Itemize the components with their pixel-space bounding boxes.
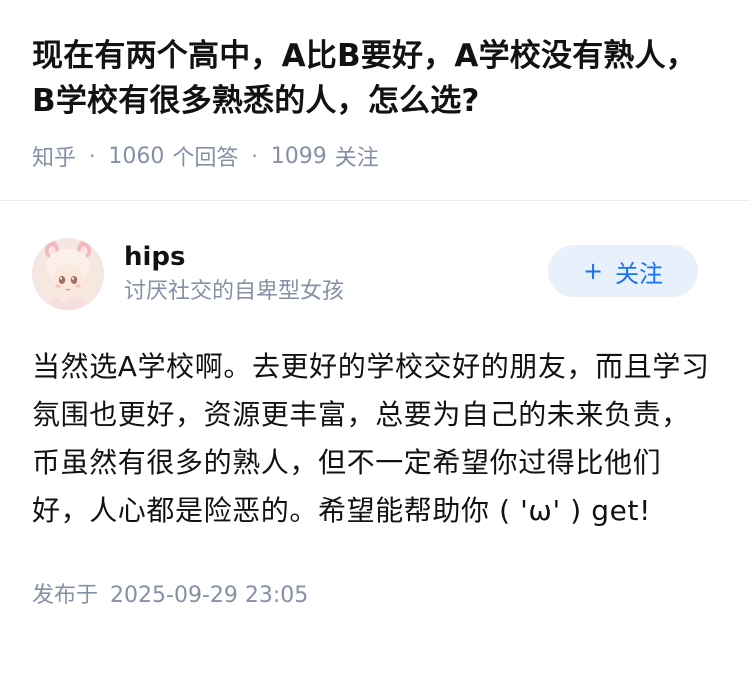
answer-count-label[interactable]: 个回答 (172, 140, 238, 172)
follow-button-label: 关注 (615, 259, 664, 288)
separator-dot: · (89, 144, 96, 168)
author-row: hips 讨厌社交的自卑型女孩 + 关注 (32, 237, 718, 311)
question-meta: 知乎 · 1060 个回答 · 1099 关注 (32, 140, 718, 172)
separator-dot: · (251, 144, 258, 168)
author-info: hips 讨厌社交的自卑型女孩 (124, 240, 344, 308)
question-header: 现在有两个高中，A比B要好，A学校没有熟人，B学校有很多熟悉的人，怎么选? 知乎… (0, 0, 750, 171)
follow-button[interactable]: + 关注 (548, 245, 698, 297)
author-bio: 讨厌社交的自卑型女孩 (124, 279, 345, 304)
plus-icon: + (582, 257, 604, 285)
question-title[interactable]: 现在有两个高中，A比B要好，A学校没有熟人，B学校有很多熟悉的人，怎么选? (32, 34, 718, 124)
anime-girl-avatar-icon (32, 238, 104, 310)
answer-card: hips 讨厌社交的自卑型女孩 + 关注 当然选A学校啊。去更好的学校交好的朋友… (0, 201, 750, 609)
answer-content[interactable]: 当然选A学校啊。去更好的学校交好的朋友，而且学习氛围也更好，资源更丰富，总要为自… (32, 343, 718, 535)
published-label: 发布于 (32, 583, 99, 608)
avatar[interactable] (32, 238, 104, 310)
publish-info: 发布于 2025-09-29 23:05 (32, 577, 718, 609)
source-label[interactable]: 知乎 (32, 140, 76, 172)
author-name[interactable]: hips (124, 240, 344, 274)
follower-count-label[interactable]: 关注 (335, 140, 379, 172)
answer-count: 1060 (108, 143, 165, 169)
follower-count: 1099 (270, 143, 327, 169)
published-time: 2025-09-29 23:05 (110, 583, 309, 608)
